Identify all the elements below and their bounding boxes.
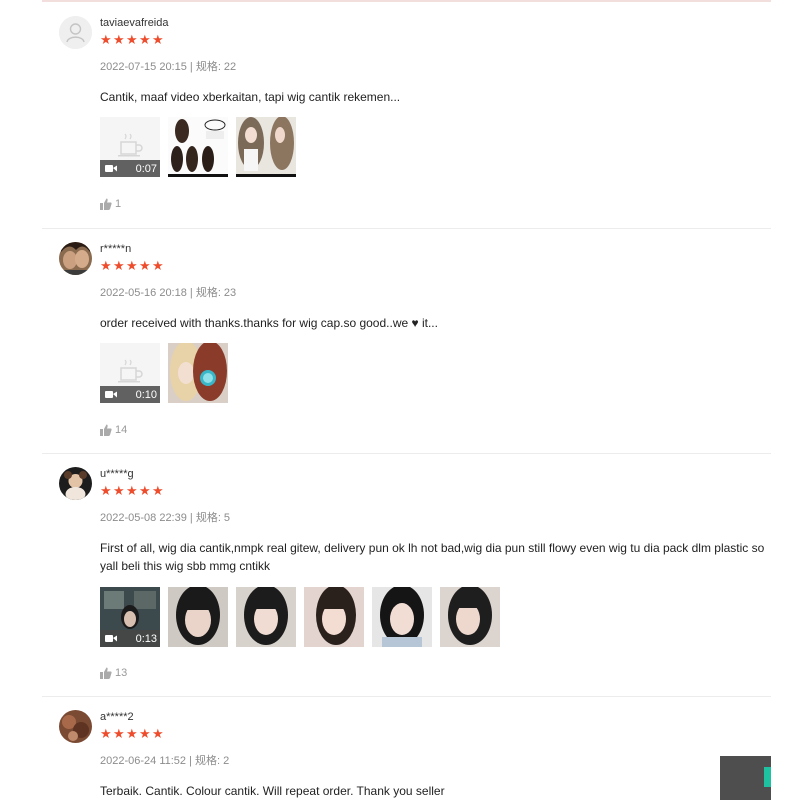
video-duration-bar: 0:13 — [100, 630, 160, 647]
review-media: 0:07 — [100, 117, 800, 177]
video-duration: 0:13 — [135, 632, 157, 645]
star-icon: ★ — [100, 32, 112, 47]
like-count-value: 14 — [115, 424, 128, 436]
selfie-photo-image — [236, 587, 296, 647]
star-icon: ★ — [100, 258, 112, 273]
review-comment: First of all, wig dia cantik,nmpk real g… — [100, 541, 765, 573]
user-photo-avatar — [59, 710, 92, 743]
video-thumbnail[interactable]: 0:10 — [100, 343, 160, 403]
star-icon: ★ — [113, 258, 125, 273]
avatar[interactable] — [59, 16, 92, 49]
video-camera-icon — [105, 165, 117, 172]
thumbs-up-icon — [100, 667, 112, 679]
rating-stars: ★ ★ ★ ★ ★ — [100, 259, 800, 273]
review-media: 0:10 — [100, 343, 800, 403]
floating-chat-widget[interactable] — [720, 756, 771, 800]
review-item: u*****g ★ ★ ★ ★ ★ 2022-05-08 22:39 | 规格:… — [42, 453, 771, 697]
review-comment: order received with thanks.thanks for wi… — [100, 316, 438, 330]
rating-stars: ★ ★ ★ ★ ★ — [100, 484, 800, 498]
star-icon: ★ — [139, 726, 151, 741]
avatar[interactable] — [59, 242, 92, 275]
like-count-value: 13 — [115, 667, 128, 679]
video-camera-icon — [105, 635, 117, 642]
review-photo[interactable] — [168, 587, 228, 647]
rating-stars: ★ ★ ★ ★ ★ — [100, 33, 800, 47]
review-item: taviaevafreida ★ ★ ★ ★ ★ 2022-07-15 20:1… — [42, 2, 771, 229]
star-icon: ★ — [126, 483, 138, 498]
review-photo[interactable] — [440, 587, 500, 647]
thumbs-up-icon — [100, 198, 112, 210]
review-item: a*****2 ★ ★ ★ ★ ★ 2022-06-24 11:52 | 规格:… — [42, 696, 771, 800]
star-icon: ★ — [126, 258, 138, 273]
video-thumbnail[interactable]: 0:13 — [100, 587, 160, 647]
rating-stars: ★ ★ ★ ★ ★ — [100, 727, 800, 741]
review-photo[interactable] — [236, 117, 296, 177]
star-icon: ★ — [113, 483, 125, 498]
avatar[interactable] — [59, 467, 92, 500]
avatar[interactable] — [59, 710, 92, 743]
review-meta: 2022-06-24 11:52 | 规格: 2 — [100, 755, 230, 767]
video-duration-bar: 0:07 — [100, 160, 160, 177]
selfie-photo-image — [440, 587, 500, 647]
review-meta: 2022-07-15 20:15 | 规格: 22 — [100, 61, 237, 73]
video-thumbnail[interactable]: 0:07 — [100, 117, 160, 177]
star-icon: ★ — [152, 32, 164, 47]
video-duration-bar: 0:10 — [100, 386, 160, 403]
user-photo-avatar — [59, 467, 92, 500]
star-icon: ★ — [152, 726, 164, 741]
review-item: r*****n ★ ★ ★ ★ ★ 2022-05-16 20:18 | 规格:… — [42, 228, 771, 454]
like-count[interactable]: 14 — [100, 424, 127, 436]
star-icon: ★ — [113, 726, 125, 741]
review-meta: 2022-05-16 20:18 | 规格: 23 — [100, 287, 237, 299]
reviewer-username: taviaevafreida — [100, 17, 169, 29]
review-meta: 2022-05-08 22:39 | 规格: 5 — [100, 512, 231, 524]
review-photo[interactable] — [168, 343, 228, 403]
reviewer-username: r*****n — [100, 243, 132, 255]
like-count[interactable]: 1 — [100, 198, 121, 210]
user-icon — [59, 16, 92, 49]
star-icon: ★ — [152, 258, 164, 273]
widget-accent — [764, 767, 771, 787]
review-photo[interactable] — [168, 117, 228, 177]
thumbs-up-icon — [100, 424, 112, 436]
like-count[interactable]: 13 — [100, 667, 127, 679]
selfie-photo-image — [168, 587, 228, 647]
video-duration: 0:10 — [135, 388, 157, 401]
star-icon: ★ — [126, 32, 138, 47]
star-icon: ★ — [113, 32, 125, 47]
video-duration: 0:07 — [135, 162, 157, 175]
video-camera-icon — [105, 391, 117, 398]
like-count-value: 1 — [115, 198, 122, 210]
star-icon: ★ — [152, 483, 164, 498]
star-icon: ★ — [126, 726, 138, 741]
review-photo[interactable] — [236, 587, 296, 647]
star-icon: ★ — [100, 483, 112, 498]
wig-photo-image — [168, 117, 228, 177]
star-icon: ★ — [139, 258, 151, 273]
selfie-photo-image — [372, 587, 432, 647]
review-photo[interactable] — [372, 587, 432, 647]
reviewer-username: u*****g — [100, 468, 134, 480]
selfie-photo-image — [168, 343, 228, 403]
review-comment: Terbaik. Cantik. Colour cantik. Will rep… — [100, 784, 445, 798]
star-icon: ★ — [100, 726, 112, 741]
reviewer-username: a*****2 — [100, 711, 134, 723]
selfie-photo-image — [304, 587, 364, 647]
star-icon: ★ — [139, 32, 151, 47]
user-photo-avatar — [59, 242, 92, 275]
review-media: 0:13 — [100, 587, 800, 647]
star-icon: ★ — [139, 483, 151, 498]
review-comment: Cantik, maaf video xberkaitan, tapi wig … — [100, 90, 401, 104]
wig-photo-image — [236, 117, 296, 177]
review-photo[interactable] — [304, 587, 364, 647]
